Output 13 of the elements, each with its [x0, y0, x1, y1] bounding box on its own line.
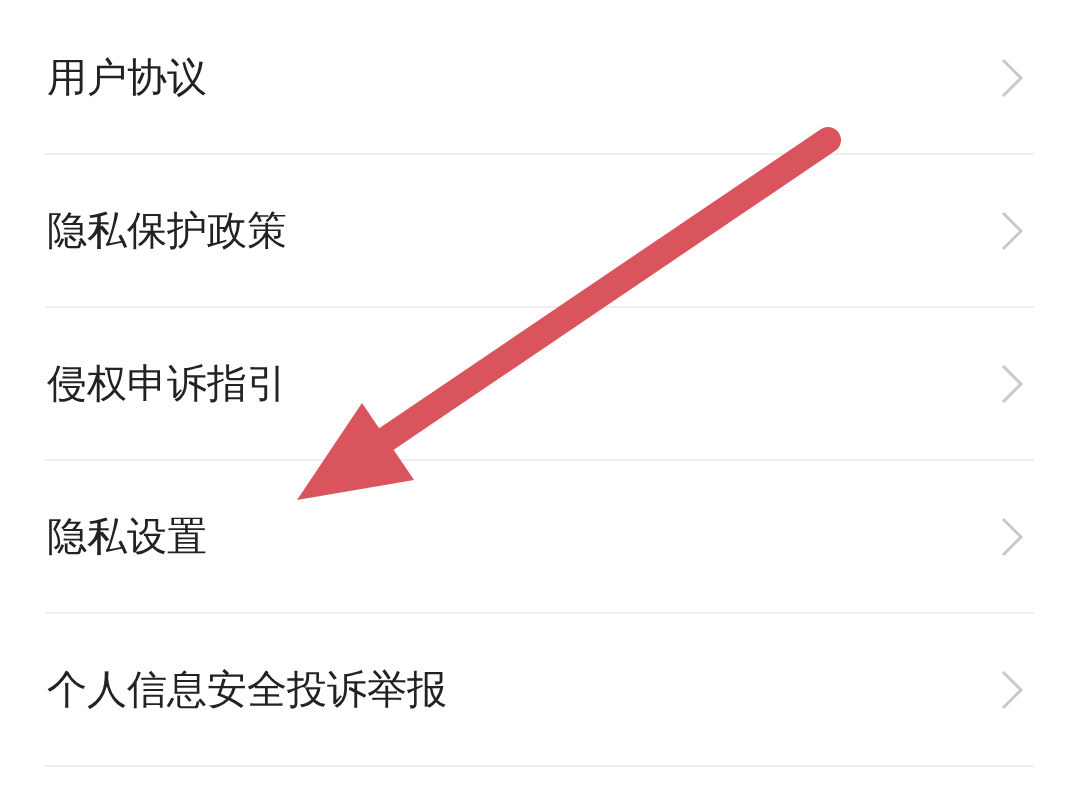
menu-item[interactable]: 个人信息安全投诉举报 [45, 614, 1034, 767]
menu-label: 用户协议 [46, 53, 207, 102]
chevron-right-icon [1000, 516, 1024, 557]
chevron-right-icon [1000, 363, 1024, 404]
menu-label: 个人信息安全投诉举报 [46, 665, 447, 714]
menu-item[interactable]: 隐私保护政策 [45, 155, 1034, 308]
menu-label: 隐私保护政策 [46, 206, 287, 255]
menu-label: 隐私设置 [46, 512, 207, 561]
menu-label: 侵权申诉指引 [46, 359, 287, 408]
chevron-right-icon [1000, 210, 1024, 251]
menu-item[interactable]: 用户协议 [45, 2, 1034, 155]
chevron-right-icon [1000, 57, 1024, 98]
chevron-right-icon [1000, 669, 1024, 710]
